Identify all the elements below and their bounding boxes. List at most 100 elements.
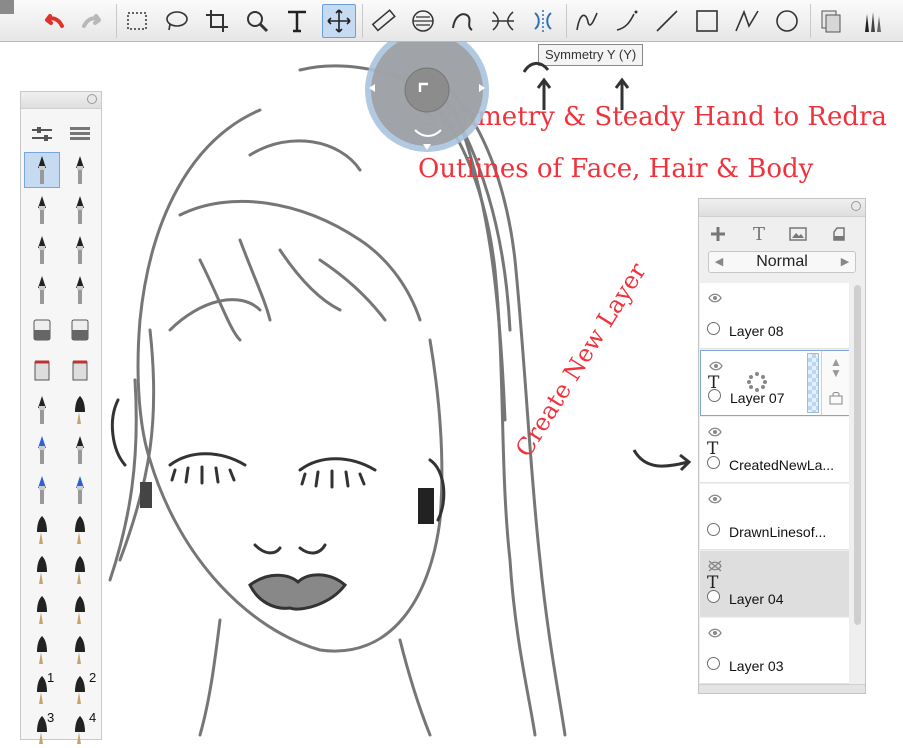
pencil-brush-button[interactable] (24, 152, 60, 188)
brush-palette-titlebar[interactable] (21, 92, 101, 109)
paint-bucket-brush-button[interactable] (24, 352, 60, 388)
fan-brush-brush-button[interactable] (24, 552, 60, 588)
close-icon[interactable] (851, 201, 861, 211)
technical-pen-brush-button[interactable] (62, 272, 98, 308)
brush-row (21, 552, 101, 588)
brushpen-icon (75, 396, 85, 424)
magnifier-icon (247, 11, 269, 33)
layer-row-hidden[interactable]: T Layer 04 (700, 551, 849, 617)
symmetry-y-button[interactable] (526, 4, 560, 38)
blue-highlighter-brush-button[interactable] (62, 472, 98, 508)
fill-layers-icon (72, 360, 88, 381)
layer-radio[interactable] (707, 590, 720, 603)
brush-row (21, 192, 101, 228)
ballpoint-icon (38, 236, 46, 264)
lock-transparency-icon[interactable] (829, 391, 843, 405)
marker-chisel-icon (76, 196, 84, 224)
layer-row[interactable]: Layer 03 (700, 618, 849, 684)
blend-mode-selector[interactable]: ◀ Normal ▶ (708, 251, 856, 273)
add-image-button[interactable] (785, 221, 811, 247)
eye-icon[interactable] (708, 628, 722, 638)
ellipse-guide-button[interactable] (406, 4, 440, 38)
layer-row[interactable]: DrawnLinesof... (700, 484, 849, 550)
mech-pencil-brush-button[interactable] (62, 152, 98, 188)
redo-button[interactable] (76, 4, 110, 38)
custom-brush-3-brush-button[interactable] (24, 712, 60, 748)
add-text-button[interactable]: T (746, 221, 772, 247)
fine-pen-brush-button[interactable] (62, 232, 98, 268)
layer-panel-titlebar[interactable] (699, 199, 865, 217)
round-brush-brush-button[interactable] (24, 512, 60, 548)
fill-layers-brush-button[interactable] (62, 352, 98, 388)
zoom-button[interactable] (240, 4, 274, 38)
radial-puck[interactable] (363, 42, 491, 170)
flat-brush-icon (75, 516, 85, 544)
eye-icon[interactable] (708, 427, 722, 437)
brush-row (21, 352, 101, 388)
blue-marker-brush-button[interactable] (24, 472, 60, 508)
layer-row[interactable]: T CreatedNewLa... (700, 417, 849, 483)
french-curve-button[interactable] (446, 4, 480, 38)
felt-pen-icon (38, 276, 46, 304)
chevron-right-icon[interactable]: ▶ (838, 255, 852, 269)
blue-pen-brush-button[interactable] (24, 432, 60, 468)
eraser-brush-button[interactable] (24, 312, 60, 348)
rectangle-button[interactable] (690, 4, 724, 38)
brush-library-list-button[interactable] (62, 116, 98, 152)
brushpen-brush-button[interactable] (62, 392, 98, 428)
rect-select-button[interactable] (120, 4, 154, 38)
layer-radio[interactable] (708, 389, 721, 402)
ruler-button[interactable] (366, 4, 400, 38)
layer-radio[interactable] (707, 456, 720, 469)
layer-radio[interactable] (707, 322, 720, 335)
move-layer-handle[interactable]: ▲ ▼ (826, 356, 846, 379)
blender-brush-button[interactable] (62, 592, 98, 628)
ink-pen-brush-button[interactable] (62, 432, 98, 468)
curve-button[interactable] (570, 4, 604, 38)
brush-palette: 1 2 3 4 (20, 91, 102, 744)
polyline-button[interactable] (730, 4, 764, 38)
eye-icon[interactable] (708, 293, 722, 303)
symmetry-x-button[interactable] (486, 4, 520, 38)
clear-layer-button[interactable] (826, 221, 852, 247)
layer-radio[interactable] (707, 657, 720, 670)
circle-button[interactable] (770, 4, 804, 38)
layer-name: CreatedNewLa... (729, 457, 835, 473)
layer-row[interactable]: Layer 08 (700, 283, 849, 349)
brush-properties-button[interactable] (24, 116, 60, 152)
layer-row-selected[interactable]: T ▲ ▼ Layer 07 (700, 350, 849, 416)
text-tool-button[interactable] (280, 4, 314, 38)
brush-library-button[interactable] (854, 4, 888, 38)
eye-icon[interactable] (708, 494, 722, 504)
flat-brush-brush-button[interactable] (62, 512, 98, 548)
ballpoint-brush-button[interactable] (24, 232, 60, 268)
line-button[interactable] (650, 4, 684, 38)
eye-icon[interactable] (709, 361, 723, 371)
symmetry-y-icon (534, 10, 552, 32)
texture-brush-brush-button[interactable] (62, 632, 98, 668)
lasso-button[interactable] (160, 4, 194, 38)
soft-eraser-brush-button[interactable] (62, 312, 98, 348)
smudge-brush-button[interactable] (24, 592, 60, 628)
close-icon[interactable] (87, 94, 97, 104)
brush-row (21, 432, 101, 468)
wet-brush-brush-button[interactable] (62, 552, 98, 588)
fineliner-brush-button[interactable] (24, 392, 60, 428)
steady-stroke-button[interactable] (610, 4, 644, 38)
marker-brush-button[interactable] (24, 192, 60, 228)
custom-brush-1-brush-button[interactable] (24, 672, 60, 708)
felt-pen-brush-button[interactable] (24, 272, 60, 308)
layer-list-scrollbar[interactable] (854, 285, 861, 625)
undo-button[interactable] (36, 4, 70, 38)
marker-chisel-brush-button[interactable] (62, 192, 98, 228)
layer-opacity-slider[interactable] (807, 353, 819, 413)
layer-editor-button[interactable] (814, 4, 848, 38)
layer-radio[interactable] (707, 523, 720, 536)
hidden-eye-icon[interactable] (708, 559, 722, 573)
transform-button[interactable] (322, 4, 356, 38)
airbrush-brush-button[interactable] (24, 632, 60, 668)
layer-panel-footer[interactable] (699, 684, 865, 693)
crop-button[interactable] (200, 4, 234, 38)
add-layer-button[interactable] (705, 221, 731, 247)
steady-stroke-icon (616, 10, 638, 31)
